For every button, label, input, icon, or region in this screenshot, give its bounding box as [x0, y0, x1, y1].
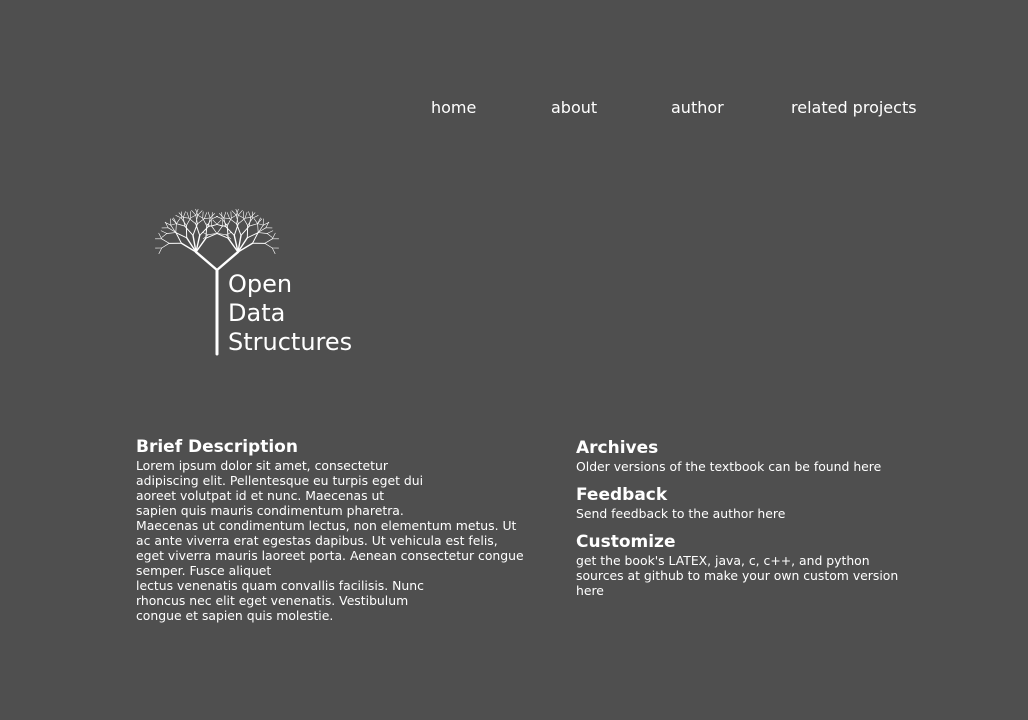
archives-heading: Archives — [576, 438, 659, 458]
logo-title: Open Data Structures — [228, 270, 352, 357]
description-line: Maecenas ut condimentum lectus, non elem… — [136, 518, 517, 533]
description-line: semper. Fusce aliquet — [136, 563, 272, 578]
logo-title-line: Open — [228, 270, 293, 298]
description-line: aoreet volutpat id et nunc. Maecenas ut — [136, 488, 385, 503]
description-line: ac ante viverra erat egestas dapibus. Ut… — [136, 533, 498, 548]
feedback-text[interactable]: Send feedback to the author here — [576, 506, 926, 521]
nav-author-link[interactable]: author — [671, 98, 724, 118]
page: home about author related projects Open … — [0, 0, 1028, 720]
description-line: rhoncus nec elit eget venenatis. Vestibu… — [136, 593, 409, 608]
description-line: Lorem ipsum dolor sit amet, consectetur — [136, 458, 388, 473]
main-nav: home about author related projects — [0, 98, 1028, 120]
brief-description-heading: Brief Description — [136, 437, 298, 457]
customize-line: get the book's LATEX, java, c, c++, and … — [576, 553, 870, 568]
nav-related-projects-link[interactable]: related projects — [791, 98, 917, 118]
feedback-block: Feedback Send feedback to the author her… — [576, 485, 926, 521]
description-line: eget viverra mauris laoreet porta. Aenea… — [136, 548, 524, 563]
sidebar: Archives Older versions of the textbook … — [576, 438, 926, 609]
brief-description-section: Brief Description Lorem ipsum dolor sit … — [136, 437, 546, 623]
description-line: congue et sapien quis molestie. — [136, 608, 334, 623]
logo-title-line: Structures — [228, 328, 353, 356]
customize-line: sources at github to make your own custo… — [576, 568, 899, 583]
customize-line: here — [576, 583, 604, 598]
brief-description-text: Lorem ipsum dolor sit amet, consectetur … — [136, 458, 546, 623]
customize-text[interactable]: get the book's LATEX, java, c, c++, and … — [576, 553, 926, 598]
archives-text[interactable]: Older versions of the textbook can be fo… — [576, 459, 926, 474]
description-line: sapien quis mauris condimentum pharetra. — [136, 503, 404, 518]
nav-home-link[interactable]: home — [431, 98, 476, 118]
description-line: adipiscing elit. Pellentesque eu turpis … — [136, 473, 424, 488]
description-line: lectus venenatis quam convallis facilisi… — [136, 578, 424, 593]
archives-block: Archives Older versions of the textbook … — [576, 438, 926, 474]
nav-about-link[interactable]: about — [551, 98, 597, 118]
logo-title-line: Data — [228, 299, 286, 327]
feedback-heading: Feedback — [576, 485, 668, 505]
customize-heading: Customize — [576, 532, 676, 552]
site-logo[interactable]: Open Data Structures — [126, 182, 366, 360]
customize-block: Customize get the book's LATEX, java, c,… — [576, 532, 926, 598]
